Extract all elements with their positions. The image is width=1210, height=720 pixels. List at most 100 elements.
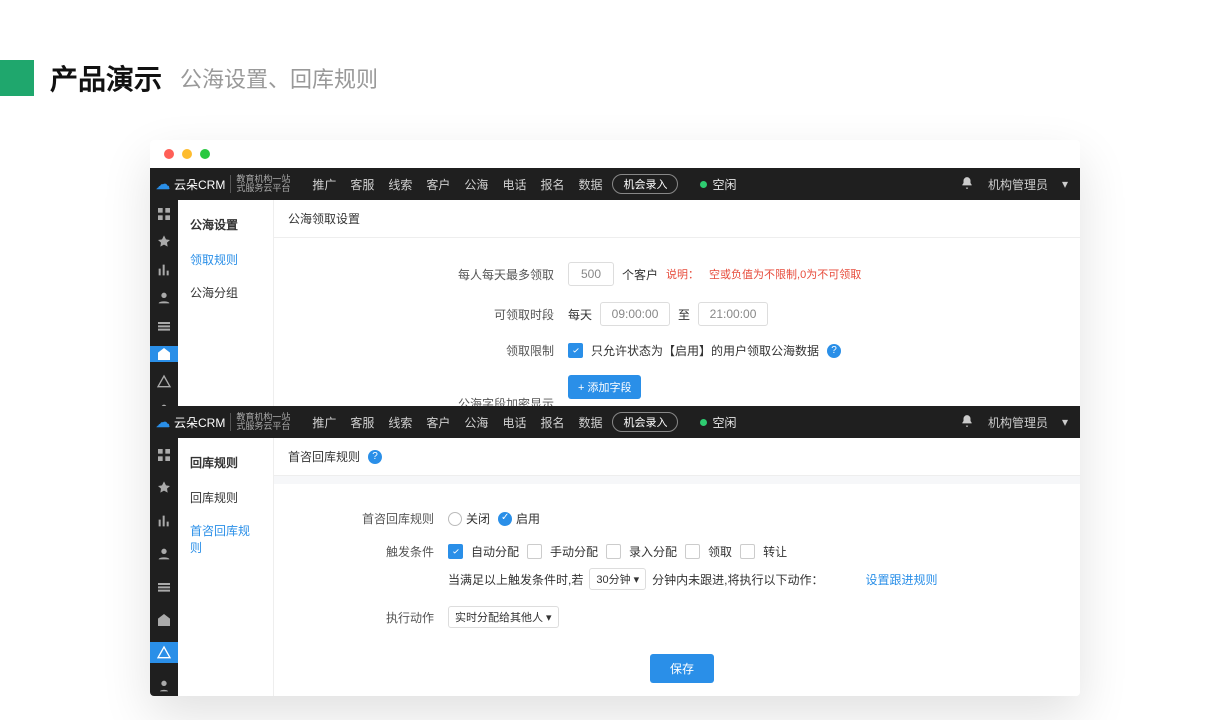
status-dot-icon (700, 419, 707, 426)
nav-item[interactable]: 公海 (464, 176, 488, 193)
nav-item[interactable]: 电话 (502, 414, 526, 431)
row-encrypt-fields: 公海字段加密显示 + 添加字段 ≡ 手机号码 × (434, 367, 1050, 408)
iconbar-item[interactable] (150, 576, 178, 597)
iconbar-item[interactable] (150, 262, 178, 278)
unit-label: 个客户 (622, 266, 658, 283)
status-indicator: 空闲 (700, 414, 736, 431)
cloud-icon: ☁ (156, 176, 170, 193)
side-panel-title: 回库规则 (178, 450, 273, 481)
radio-on[interactable]: 启用 (498, 510, 540, 527)
note-prefix: 说明： (666, 266, 699, 282)
row-max-claim: 每人每天最多领取 个客户 说明： 空或负值为不限制,0为不可领取 (434, 254, 1050, 294)
chevron-down-icon[interactable]: ▾ (1062, 177, 1068, 191)
side-item[interactable]: 领取规则 (178, 243, 273, 276)
topbar: ☁ 云朵CRM 教育机构一站式服务云平台 推广 客服 线索 客户 公海 电话 报… (150, 406, 1080, 438)
radio-off[interactable]: 关闭 (448, 510, 490, 527)
opportunity-entry-button[interactable]: 机会录入 (612, 412, 678, 432)
minimize-dot[interactable] (182, 149, 192, 159)
opportunity-entry-button[interactable]: 机会录入 (612, 174, 678, 194)
page-title: 产品演示 (50, 58, 162, 98)
time-from-input[interactable] (600, 302, 670, 326)
nav-item[interactable]: 客服 (350, 176, 374, 193)
iconbar-item[interactable] (150, 609, 178, 630)
nav-item[interactable]: 客户 (426, 414, 450, 431)
time-to-input[interactable] (698, 302, 768, 326)
add-field-button[interactable]: + 添加字段 (568, 375, 641, 399)
trigger-opt[interactable] (527, 544, 542, 559)
side-item[interactable]: 回库规则 (178, 481, 273, 514)
status-text: 空闲 (712, 176, 736, 193)
iconbar-item[interactable] (150, 206, 178, 222)
iconbar-item[interactable] (150, 374, 178, 390)
content-title: 首咨回库规则 ? (274, 438, 1080, 476)
trigger-opt[interactable] (740, 544, 755, 559)
page-header: 产品演示 公海设置、回库规则 (0, 48, 1210, 108)
nav-item[interactable]: 推广 (312, 414, 336, 431)
trigger-opt[interactable] (685, 544, 700, 559)
iconbar-item[interactable] (150, 477, 178, 498)
help-icon[interactable]: ? (368, 450, 382, 464)
row-claim-limit: 领取限制 只允许状态为【启用】的用户领取公海数据 ? (434, 334, 1050, 367)
content-title: 公海领取设置 (274, 200, 1080, 238)
iconbar-item[interactable] (150, 234, 178, 250)
nav-item[interactable]: 线索 (388, 176, 412, 193)
iconbar-item[interactable] (150, 543, 178, 564)
minutes-select[interactable]: 30分钟 ▾ (589, 568, 646, 590)
nav-item[interactable]: 报名 (540, 176, 564, 193)
iconbar (150, 438, 178, 696)
nav-item[interactable]: 电话 (502, 176, 526, 193)
bell-icon[interactable] (960, 414, 974, 431)
close-dot[interactable] (164, 149, 174, 159)
action-select[interactable]: 实时分配给其他人 ▾ (448, 606, 559, 628)
bell-icon[interactable] (960, 176, 974, 193)
nav-item[interactable]: 客户 (426, 176, 450, 193)
user-name[interactable]: 机构管理员 (988, 176, 1048, 193)
header-accent (0, 60, 34, 96)
row-rule-toggle: 首咨回库规则 关闭 启用 (314, 502, 1050, 535)
app-window-1: ☁ 云朵CRM 教育机构一站式服务云平台 推广 客服 线索 客户 公海 电话 报… (150, 168, 1080, 408)
iconbar-item-active[interactable] (150, 346, 178, 362)
chevron-down-icon[interactable]: ▾ (1062, 415, 1068, 429)
trigger-opt[interactable] (606, 544, 621, 559)
nav-links: 推广 客服 线索 客户 公海 电话 报名 数据 (312, 176, 602, 193)
allow-enabled-checkbox[interactable] (568, 343, 583, 358)
row-time-window: 可领取时段 每天 至 (434, 294, 1050, 334)
content-panel: 首咨回库规则 ? 首咨回库规则 关闭 启用 触发条件 (274, 438, 1080, 696)
nav-item[interactable]: 数据 (578, 176, 602, 193)
max-claim-input[interactable] (568, 262, 614, 286)
logo[interactable]: ☁ 云朵CRM 教育机构一站式服务云平台 (150, 413, 298, 431)
content-panel: 公海领取设置 每人每天最多领取 个客户 说明： 空或负值为不限制,0为不可领取 … (274, 200, 1080, 408)
nav-item[interactable]: 客服 (350, 414, 374, 431)
row-action: 执行动作 实时分配给其他人 ▾ (314, 598, 1050, 636)
note-text: 空或负值为不限制,0为不可领取 (709, 266, 861, 282)
side-panel-title: 公海设置 (178, 212, 273, 243)
side-panel: 公海设置 领取规则 公海分组 (178, 200, 274, 408)
user-name[interactable]: 机构管理员 (988, 414, 1048, 431)
set-followup-link[interactable]: 设置跟进规则 (866, 571, 938, 588)
iconbar-item[interactable] (150, 290, 178, 306)
cloud-icon: ☁ (156, 414, 170, 431)
iconbar-item[interactable] (150, 510, 178, 531)
side-item[interactable]: 首咨回库规则 (178, 514, 273, 564)
nav-item[interactable]: 推广 (312, 176, 336, 193)
zoom-dot[interactable] (200, 149, 210, 159)
logo[interactable]: ☁ 云朵CRM 教育机构一站式服务云平台 (150, 175, 298, 193)
iconbar-item[interactable] (150, 444, 178, 465)
nav-item[interactable]: 报名 (540, 414, 564, 431)
iconbar-item-active[interactable] (150, 642, 178, 663)
row-trigger-sentence: 当满足以上触发条件时,若 30分钟 ▾ 分钟内未跟进,将执行以下动作： 设置跟进… (314, 568, 1050, 598)
nav-links: 推广 客服 线索 客户 公海 电话 报名 数据 (312, 414, 602, 431)
side-item[interactable]: 公海分组 (178, 276, 273, 309)
iconbar-item[interactable] (150, 318, 178, 334)
trigger-opt[interactable] (448, 544, 463, 559)
save-button[interactable]: 保存 (650, 654, 714, 683)
topbar: ☁ 云朵CRM 教育机构一站式服务云平台 推广 客服 线索 客户 公海 电话 报… (150, 168, 1080, 200)
logo-sub: 教育机构一站式服务云平台 (230, 175, 290, 193)
iconbar (150, 200, 178, 408)
iconbar-item[interactable] (150, 675, 178, 696)
nav-item[interactable]: 数据 (578, 414, 602, 431)
help-icon[interactable]: ? (827, 344, 841, 358)
browser-window: ☁ 云朵CRM 教育机构一站式服务云平台 推广 客服 线索 客户 公海 电话 报… (150, 140, 1080, 696)
nav-item[interactable]: 线索 (388, 414, 412, 431)
nav-item[interactable]: 公海 (464, 414, 488, 431)
